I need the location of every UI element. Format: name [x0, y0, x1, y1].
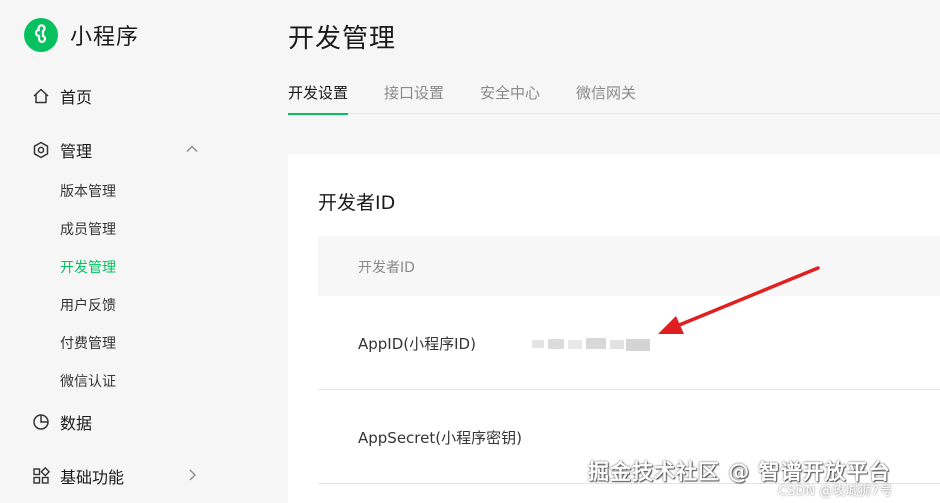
- sidebar-item-basic[interactable]: 基础功能: [32, 464, 124, 488]
- sidebar-item-label: 数据: [60, 414, 93, 433]
- tab-bar: 开发设置 接口设置 安全中心 微信网关: [288, 82, 940, 115]
- table-header: 开发者ID: [318, 236, 940, 296]
- sidebar-item-data[interactable]: 数据: [32, 410, 92, 434]
- sidebar-item-label: 首页: [60, 88, 93, 107]
- developer-id-panel: 开发者ID 开发者ID AppID(小程序ID) AppSecret(小程序密钥…: [288, 154, 940, 503]
- grid-icon: [32, 467, 50, 485]
- sidebar-item-label: 管理: [60, 142, 93, 161]
- sidebar-subitem-version[interactable]: 版本管理: [60, 181, 116, 201]
- tab-dev-settings[interactable]: 开发设置: [288, 82, 349, 115]
- hexagon-gear-icon: [32, 141, 50, 159]
- brand-name: 小程序: [70, 25, 140, 50]
- chevron-right-icon[interactable]: [184, 467, 200, 483]
- pie-chart-icon: [32, 413, 50, 431]
- appid-value-redacted: [530, 334, 670, 354]
- sidebar-subitem-payment[interactable]: 付费管理: [60, 333, 116, 353]
- section-title: 开发者ID: [318, 192, 396, 214]
- tab-api-settings[interactable]: 接口设置: [384, 82, 444, 114]
- mini-program-logo-icon: [24, 18, 58, 52]
- sidebar-subitem-members[interactable]: 成员管理: [60, 219, 116, 239]
- tab-wechat-gateway[interactable]: 微信网关: [576, 82, 636, 114]
- page-title: 开发管理: [288, 24, 397, 54]
- sidebar-subitem-verify[interactable]: 微信认证: [60, 371, 116, 391]
- sidebar-item-label: 基础功能: [60, 468, 125, 487]
- table-header-label: 开发者ID: [358, 260, 415, 276]
- brand[interactable]: 小程序: [24, 18, 139, 52]
- watermark-subtext: CSDN @攻城狮7号: [778, 484, 893, 499]
- sidebar-subitem-dev[interactable]: 开发管理: [60, 257, 116, 277]
- tab-security-center[interactable]: 安全中心: [480, 82, 540, 114]
- sidebar-subitem-feedback[interactable]: 用户反馈: [60, 295, 116, 315]
- table-row-appid: AppID(小程序ID): [318, 296, 940, 390]
- home-icon: [32, 87, 50, 105]
- sidebar: 小程序 首页 管理 版本管理 成员管理 开发管理 用户反馈 付费管理 微信认证 …: [0, 0, 230, 503]
- chevron-up-icon[interactable]: [184, 141, 200, 157]
- appid-label: AppID(小程序ID): [358, 335, 476, 353]
- sidebar-item-manage[interactable]: 管理: [32, 138, 92, 162]
- sidebar-item-home[interactable]: 首页: [32, 84, 92, 108]
- appsecret-label: AppSecret(小程序密钥): [358, 429, 522, 447]
